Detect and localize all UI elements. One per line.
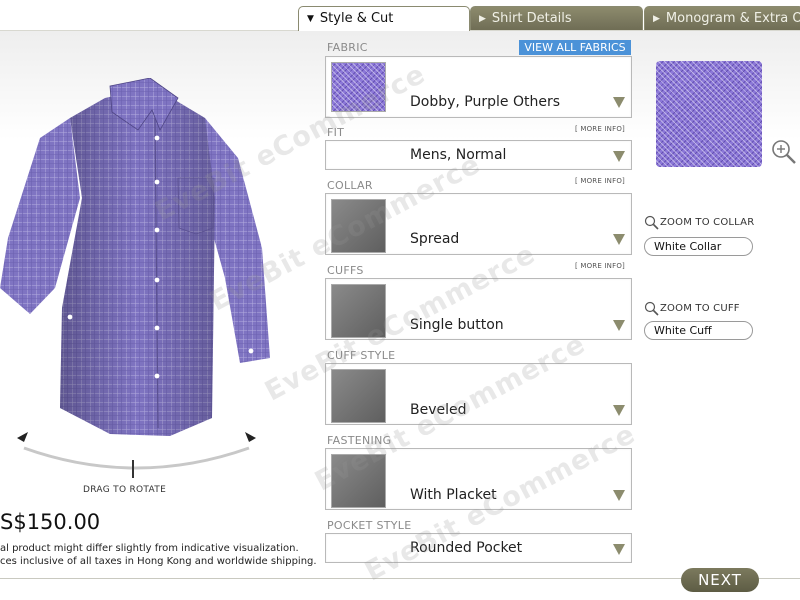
dropdown-arrow-icon — [613, 320, 625, 331]
collar-more-info-link[interactable]: [ MORE INFO] — [575, 177, 625, 185]
tab-monogram-extra[interactable]: ▶ Monogram & Extra Opti — [644, 6, 800, 30]
collar-label: COLLAR — [327, 179, 373, 192]
disclaimer-line-2: ces inclusive of all taxes in Hong Kong … — [0, 556, 317, 567]
arrow-right-icon: ▶ — [653, 14, 660, 24]
view-all-fabrics-button[interactable]: VIEW ALL FABRICS — [519, 40, 631, 55]
dropdown-arrow-icon — [613, 490, 625, 501]
price: S$150.00 — [0, 510, 101, 534]
next-button[interactable]: NEXT — [681, 568, 759, 592]
dropdown-arrow-icon — [613, 151, 625, 162]
cuff-color-select[interactable]: White Cuff — [644, 321, 753, 340]
fabric-label: FABRIC — [327, 41, 368, 54]
fabric-value: Dobby, Purple Others — [410, 94, 561, 110]
dropdown-arrow-icon — [613, 234, 625, 245]
footer-divider — [0, 578, 800, 579]
tab-label: Style & Cut — [319, 11, 394, 26]
dropdown-arrow-icon — [613, 544, 625, 555]
collar-color-select[interactable]: White Collar — [644, 237, 753, 256]
collar-value: Spread — [410, 231, 460, 247]
zoom-to-cuff-link[interactable]: ZOOM TO CUFF — [660, 303, 740, 314]
tab-shirt-details[interactable]: ▶ Shirt Details — [470, 6, 643, 30]
fit-more-info-link[interactable]: [ MORE INFO] — [575, 125, 625, 133]
arrow-right-icon: ▶ — [479, 14, 486, 24]
zoom-fabric-icon[interactable] — [770, 138, 798, 166]
fabric-swatch-large — [656, 61, 762, 167]
tab-style-cut[interactable]: ▼ Style & Cut — [298, 6, 470, 31]
cuffs-more-info-link[interactable]: [ MORE INFO] — [575, 262, 625, 270]
pocket-style-label: POCKET STYLE — [327, 519, 412, 532]
zoom-to-collar-link[interactable]: ZOOM TO COLLAR — [660, 217, 754, 228]
tab-label: Monogram & Extra Opti — [665, 11, 800, 26]
arrow-down-icon: ▼ — [307, 14, 314, 24]
tab-label: Shirt Details — [491, 11, 572, 26]
dropdown-arrow-icon — [613, 97, 625, 108]
disclaimer-line-1: al product might differ slightly from in… — [0, 543, 299, 554]
magnifier-icon — [644, 215, 659, 230]
cuff-style-thumbnail — [331, 369, 386, 423]
dropdown-arrow-icon — [613, 405, 625, 416]
rotate-control[interactable] — [14, 428, 259, 478]
magnifier-icon — [644, 301, 659, 316]
drag-to-rotate-label: DRAG TO ROTATE — [83, 485, 167, 495]
cuffs-label: CUFFS — [327, 264, 364, 277]
